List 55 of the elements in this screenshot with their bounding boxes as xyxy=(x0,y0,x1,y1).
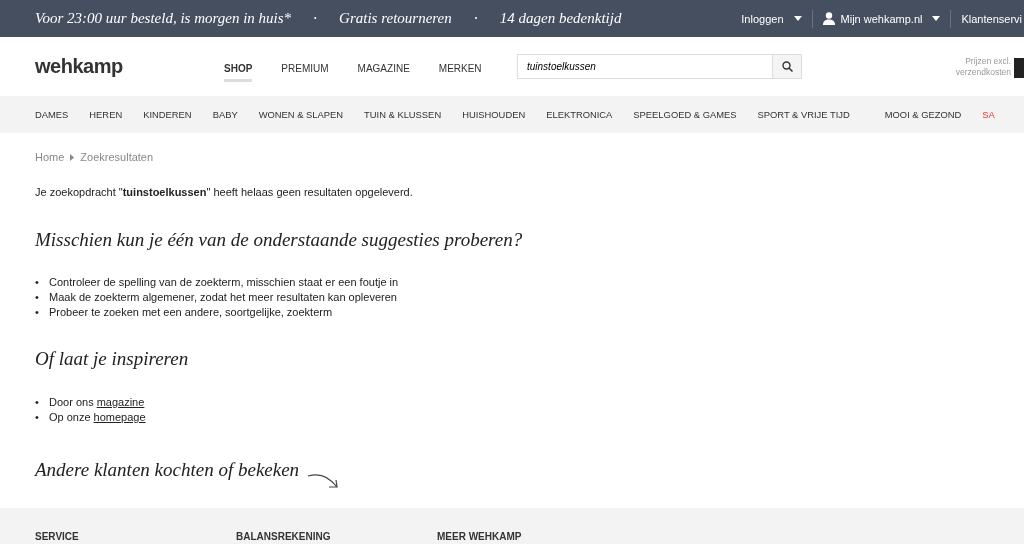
nav-tab[interactable]: PREMIUM xyxy=(281,59,329,82)
arrow-icon xyxy=(307,473,340,489)
separator-dot: · xyxy=(313,9,318,28)
section-heading: Andere klanten kochten of bekeken xyxy=(35,459,300,481)
account-link[interactable]: Mijn wehkamp.nl xyxy=(812,12,951,25)
section-heading: Of laat je inspireren xyxy=(35,348,190,370)
chevron-icon xyxy=(70,153,75,161)
category-link[interactable]: MOOI & GEZOND xyxy=(884,109,962,120)
search-button[interactable] xyxy=(772,54,802,79)
category-link[interactable]: SPEELGOED & GAMES xyxy=(633,109,737,120)
search-field[interactable]: tuinstoelkussen xyxy=(517,54,772,79)
logo[interactable]: wehkamp xyxy=(35,55,224,78)
category-link[interactable]: ELEKTRONICA xyxy=(546,109,613,120)
nav-tab[interactable]: SHOP xyxy=(224,59,253,82)
promo-text: Voor 23:00 uur besteld, is morgen in huis* xyxy=(35,10,292,27)
category-link[interactable]: HUISHOUDEN xyxy=(462,109,526,120)
user-icon xyxy=(822,12,835,25)
bullet: • xyxy=(35,410,40,425)
search-icon xyxy=(781,61,793,72)
category-link[interactable]: DAMES xyxy=(35,109,69,120)
footer-heading: SERVICE xyxy=(35,531,80,542)
account-link[interactable]: Klantenservi xyxy=(951,12,1024,25)
breadcrumb-link[interactable]: Home xyxy=(35,151,65,163)
category-link[interactable]: HEREN xyxy=(89,109,123,120)
price-note: Prijzen excl. verzendkosten xyxy=(954,55,1011,78)
category-link[interactable]: KINDEREN xyxy=(143,109,192,120)
suggestion-text: Maak de zoekterm algemener, zodat het meer resultaten kan opleveren xyxy=(49,290,397,305)
breadcrumb-link[interactable]: Zoekresultaten xyxy=(80,151,154,163)
caret-icon xyxy=(793,16,802,21)
suggestion-text: Controleer de spelling van de zoekterm, misschien staat er een foutje in xyxy=(49,275,399,290)
promo-text: Gratis retourneren xyxy=(339,10,452,27)
category-link[interactable]: TUIN & KLUSSEN xyxy=(364,109,442,120)
bullet: • xyxy=(35,395,40,410)
account-link[interactable]: Inloggen xyxy=(731,12,812,25)
separator-dot: · xyxy=(473,9,478,28)
section-heading: Misschien kun je één van de onderstaande suggesties proberen? xyxy=(35,229,524,251)
category-link[interactable]: SPORT & VRIJE TIJD xyxy=(757,109,850,120)
promo-text: 14 dagen bedenktijd xyxy=(499,10,622,27)
bullet: • xyxy=(35,290,40,305)
bullet: • xyxy=(35,305,40,320)
result-message: Je zoekopdracht "tuinstoelkussen" heeft helaas geen resultaten opgeleverd. xyxy=(35,186,414,198)
footer-heading: MEER WEHKAMP xyxy=(437,531,523,542)
caret-icon xyxy=(932,16,941,21)
nav-tab[interactable]: MERKEN xyxy=(438,59,482,82)
category-link[interactable]: SA xyxy=(982,109,995,120)
category-link[interactable]: WONEN & SLAPEN xyxy=(258,109,344,120)
bullet: • xyxy=(35,275,40,290)
suggestion-text: Probeer te zoeken met een andere, soortgelijke, zoekterm xyxy=(49,305,333,320)
nav-tab[interactable]: MAGAZINE xyxy=(357,59,410,82)
list-text: Door ons xyxy=(49,395,94,410)
footer-heading: BALANSREKENING xyxy=(236,531,332,542)
text-link[interactable]: magazine xyxy=(96,395,145,410)
category-link[interactable]: BABY xyxy=(212,109,238,120)
text-link[interactable]: homepage xyxy=(93,410,146,425)
list-text: Op onze xyxy=(49,410,91,425)
